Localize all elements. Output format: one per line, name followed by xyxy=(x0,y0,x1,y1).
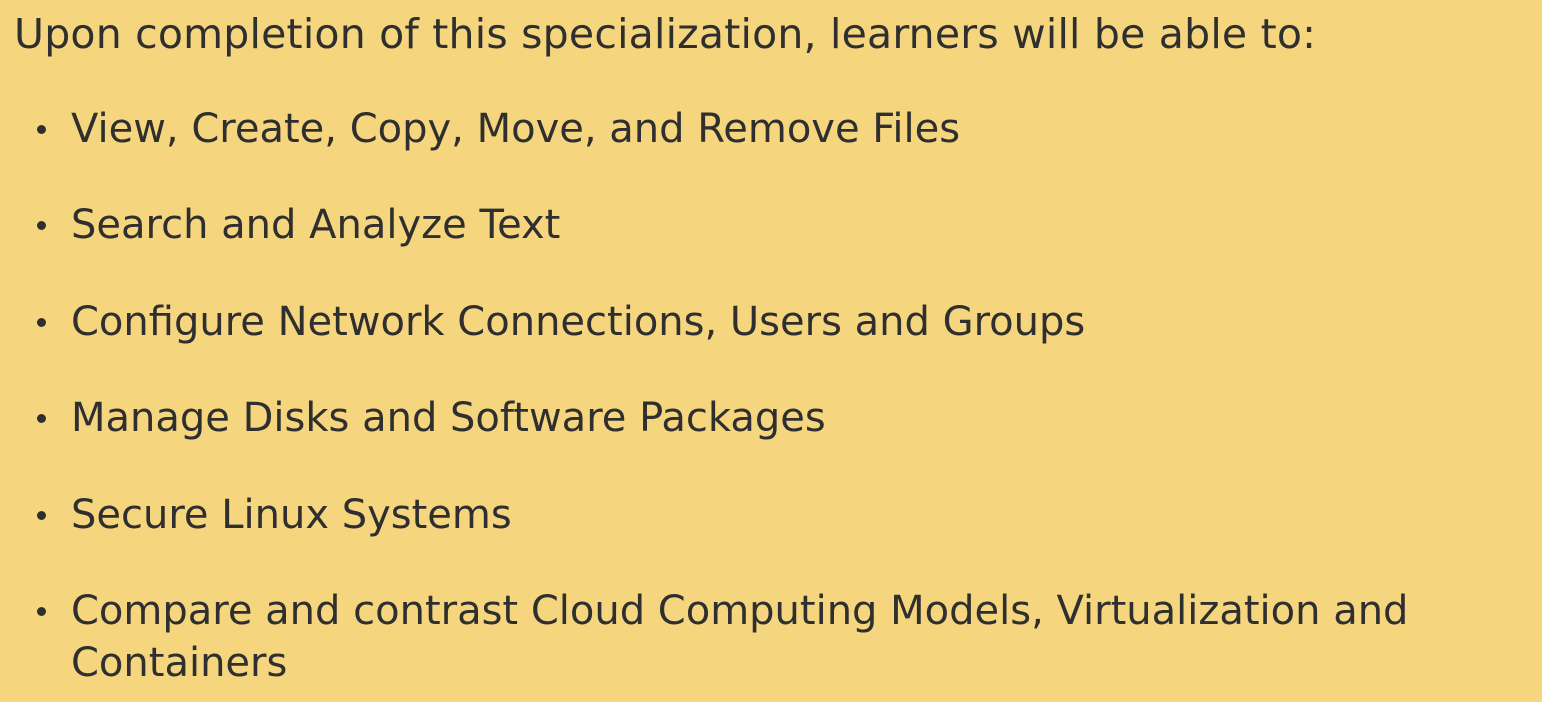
bullet-icon xyxy=(37,318,46,327)
bullet-icon xyxy=(37,511,46,520)
bullet-icon xyxy=(37,414,46,423)
bullet-icon xyxy=(37,221,46,230)
list-item-text: Manage Disks and Software Packages xyxy=(71,395,826,441)
slide-intro: Upon completion of this specialization, … xyxy=(14,10,1317,58)
list-item-text: Compare and contrast Cloud Computing Mod… xyxy=(71,588,1409,686)
bullet-icon xyxy=(37,125,46,134)
bullet-icon xyxy=(37,607,46,616)
list-item-text: Search and Analyze Text xyxy=(71,202,561,248)
list-item-text: Configure Network Connections, Users and… xyxy=(71,299,1086,345)
list-item-text: View, Create, Copy, Move, and Remove Fil… xyxy=(71,106,961,152)
slide: Upon completion of this specialization, … xyxy=(0,0,1542,702)
list-item-text: Secure Linux Systems xyxy=(71,492,512,538)
